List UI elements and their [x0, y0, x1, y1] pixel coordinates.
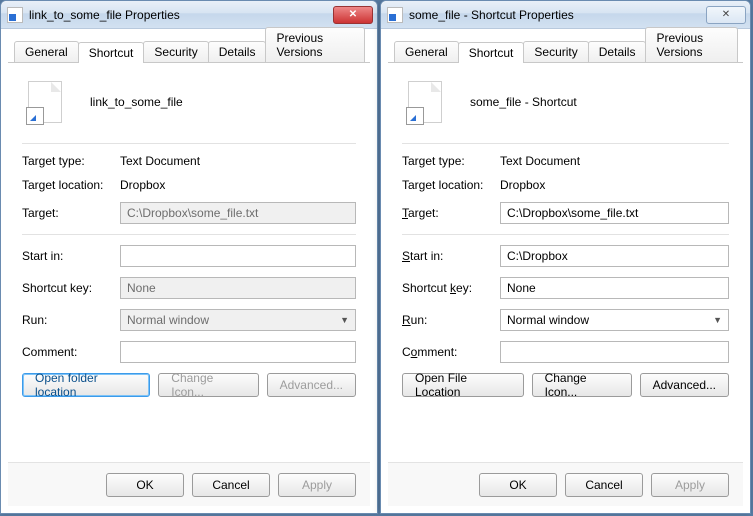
change-icon-button[interactable]: Change Icon... — [532, 373, 632, 397]
chevron-down-icon: ▼ — [713, 315, 722, 325]
advanced-button[interactable]: Advanced... — [640, 373, 729, 397]
tab-shortcut[interactable]: Shortcut — [458, 42, 525, 63]
target-label: Target: — [402, 206, 500, 220]
tab-general[interactable]: General — [14, 41, 79, 62]
shortcut-name-label: some_file - Shortcut — [470, 95, 577, 109]
dialog-footer: OK Cancel Apply — [388, 462, 743, 506]
shortcut-name-label: link_to_some_file — [90, 95, 183, 109]
run-combo-value: Normal window — [507, 313, 589, 327]
run-combo[interactable]: Normal window ▼ — [120, 309, 356, 331]
client-area: General Shortcut Security Details Previo… — [8, 33, 370, 506]
shortcut-large-icon — [28, 81, 62, 123]
start-in-input[interactable] — [120, 245, 356, 267]
open-folder-location-button[interactable]: Open folder location — [22, 373, 150, 397]
target-input[interactable] — [120, 202, 356, 224]
window-title: link_to_some_file Properties — [29, 8, 331, 22]
target-type-value: Text Document — [120, 154, 200, 168]
target-type-label: Target type: — [402, 154, 500, 168]
properties-window-left: link_to_some_file Properties ✕ General S… — [0, 0, 378, 514]
chevron-down-icon: ▼ — [340, 315, 349, 325]
target-type-label: Target type: — [22, 154, 120, 168]
separator — [22, 143, 356, 144]
tab-panel-shortcut: link_to_some_file Target type: Text Docu… — [8, 63, 370, 409]
start-in-label: Start in: — [402, 249, 500, 263]
tab-security[interactable]: Security — [523, 41, 588, 62]
tab-previous-versions[interactable]: Previous Versions — [645, 27, 738, 62]
tab-general[interactable]: General — [394, 41, 459, 62]
close-button[interactable]: ✕ — [706, 6, 746, 24]
apply-button[interactable]: Apply — [651, 473, 729, 497]
dialog-footer: OK Cancel Apply — [8, 462, 370, 506]
tabstrip: General Shortcut Security Details Previo… — [8, 33, 370, 63]
close-button[interactable]: ✕ — [333, 6, 373, 24]
shortcut-key-label: Shortcut key: — [402, 281, 500, 295]
shortcut-large-icon — [408, 81, 442, 123]
cancel-button[interactable]: Cancel — [192, 473, 270, 497]
tab-panel-shortcut: some_file - Shortcut Target type: Text D… — [388, 63, 743, 409]
target-input[interactable] — [500, 202, 729, 224]
run-combo-value: Normal window — [127, 313, 209, 327]
window-title: some_file - Shortcut Properties — [409, 8, 704, 22]
shortcut-key-label: Shortcut key: — [22, 281, 120, 295]
comment-label: Comment: — [402, 345, 500, 359]
target-label: Target: — [22, 206, 120, 220]
comment-input[interactable] — [120, 341, 356, 363]
separator — [402, 234, 729, 235]
target-type-value: Text Document — [500, 154, 580, 168]
titlebar[interactable]: link_to_some_file Properties ✕ — [1, 1, 377, 29]
target-location-label: Target location: — [402, 178, 500, 192]
change-icon-button[interactable]: Change Icon... — [158, 373, 258, 397]
apply-button[interactable]: Apply — [278, 473, 356, 497]
client-area: General Shortcut Security Details Previo… — [388, 33, 743, 506]
run-label: Run: — [402, 313, 500, 327]
shortcut-key-input[interactable] — [500, 277, 729, 299]
open-file-location-button[interactable]: Open File Location — [402, 373, 524, 397]
tab-details[interactable]: Details — [588, 41, 647, 62]
separator — [402, 143, 729, 144]
comment-label: Comment: — [22, 345, 120, 359]
comment-input[interactable] — [500, 341, 729, 363]
target-location-label: Target location: — [22, 178, 120, 192]
titlebar[interactable]: some_file - Shortcut Properties ✕ — [381, 1, 750, 29]
advanced-button[interactable]: Advanced... — [267, 373, 356, 397]
tab-shortcut[interactable]: Shortcut — [78, 42, 145, 63]
shortcut-key-input[interactable] — [120, 277, 356, 299]
target-location-value: Dropbox — [500, 178, 545, 192]
target-location-value: Dropbox — [120, 178, 165, 192]
tab-details[interactable]: Details — [208, 41, 267, 62]
separator — [22, 234, 356, 235]
run-combo[interactable]: Normal window ▼ — [500, 309, 729, 331]
ok-button[interactable]: OK — [106, 473, 184, 497]
ok-button[interactable]: OK — [479, 473, 557, 497]
tabstrip: General Shortcut Security Details Previo… — [388, 33, 743, 63]
tab-security[interactable]: Security — [143, 41, 208, 62]
start-in-input[interactable] — [500, 245, 729, 267]
run-label: Run: — [22, 313, 120, 327]
properties-window-right: some_file - Shortcut Properties ✕ Genera… — [380, 0, 751, 514]
start-in-label: Start in: — [22, 249, 120, 263]
tab-previous-versions[interactable]: Previous Versions — [265, 27, 365, 62]
shortcut-file-icon — [7, 7, 23, 23]
cancel-button[interactable]: Cancel — [565, 473, 643, 497]
shortcut-file-icon — [387, 7, 403, 23]
